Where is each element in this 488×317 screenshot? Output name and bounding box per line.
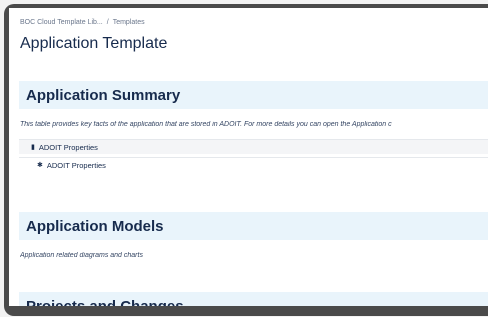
- property-row-adoit-2[interactable]: ✱ ADOIT Properties: [19, 157, 488, 172]
- puzzle-icon: ✱: [37, 162, 43, 169]
- document-icon: ▮: [31, 144, 35, 151]
- section-heading-projects-and-changes: Projects and Changes: [26, 298, 184, 306]
- section-heading-application-models: Application Models: [26, 218, 164, 235]
- breadcrumb-separator: /: [106, 19, 109, 26]
- section-heading-application-summary: Application Summary: [26, 87, 181, 104]
- page-title: Application Template: [20, 35, 168, 52]
- property-label: ADOIT Properties: [38, 142, 98, 152]
- breadcrumb-templates-link[interactable]: Templates: [113, 19, 145, 26]
- breadcrumb: BOC Cloud Template Lib... / Templates: [20, 19, 145, 26]
- breadcrumb-space-link[interactable]: BOC Cloud Template Lib...: [20, 19, 103, 26]
- section-description-application-summary: This table provides key facts of the app…: [20, 121, 392, 128]
- page-content: BOC Cloud Template Lib... / Templates Appl…: [9, 8, 488, 306]
- section-description-application-models: Application related diagrams and charts: [20, 252, 143, 259]
- property-row-adoit-1[interactable]: ▮ ADOIT Properties: [19, 139, 488, 154]
- property-label: ADOIT Properties: [46, 160, 106, 170]
